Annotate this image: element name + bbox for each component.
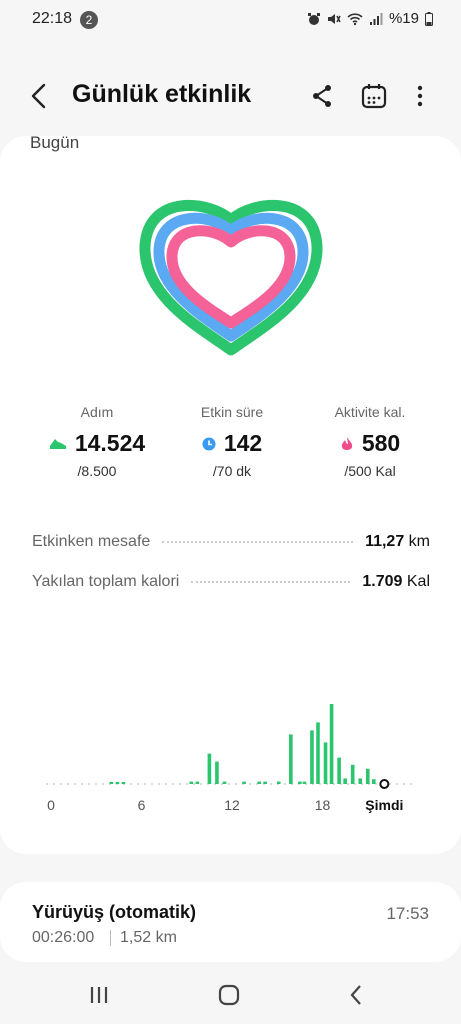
chart-tick-label: 6 (138, 797, 146, 813)
share-icon[interactable] (306, 80, 338, 112)
chart-bar (310, 730, 314, 784)
chart-bar (365, 768, 370, 784)
workout-title: Yürüyüş (otomatik) (32, 902, 197, 922)
chart-bar (263, 781, 267, 784)
chart-tick-label: 0 (47, 797, 55, 813)
metric-value: 580 (361, 430, 401, 456)
chart-bar (121, 782, 126, 784)
app-bar: Günlük etkinlik (0, 68, 461, 124)
stat-unit: km (408, 533, 430, 550)
status-time: 22:18 (32, 10, 73, 27)
now-marker (379, 779, 390, 789)
chart-bar (343, 778, 347, 784)
chart-bar (289, 734, 293, 784)
system-nav-bar (0, 962, 461, 1024)
stat-unit: Kal (406, 573, 430, 590)
metric-goal: /70 dk (212, 463, 252, 479)
chart-bar (109, 782, 114, 784)
hourly-activity-chart-svg: 0 6 12 18 Şimdi (46, 704, 416, 813)
metric-calories: Aktivite kal. 580 /500 Kal (300, 404, 440, 479)
dotted-leader (162, 541, 354, 543)
clock-icon (202, 437, 216, 450)
status-icons: %19 (307, 10, 433, 27)
chart-bar (215, 761, 219, 784)
chart-bar (115, 782, 120, 784)
chart-bar (372, 779, 376, 784)
alarm-icon (307, 12, 320, 25)
battery-icon (425, 11, 433, 26)
workout-distance: 1,52 km (120, 929, 177, 946)
wifi-icon (347, 12, 363, 25)
section-label-today: Bugün (30, 133, 80, 152)
more-options-icon[interactable] (404, 80, 436, 112)
metric-active-time: Etkin süre 142 /70 dk (162, 404, 302, 479)
page-title: Günlük etkinlik (72, 80, 252, 108)
status-bar: 22:18 2 %19 (0, 0, 461, 40)
chart-bar (242, 781, 246, 784)
chart-bar (323, 742, 328, 784)
stat-value: 1.709 (362, 573, 403, 590)
chart-bar (358, 778, 363, 784)
hourly-activity-chart[interactable]: 0 6 12 18 Şimdi (40, 700, 430, 820)
dotted-leader (191, 581, 351, 583)
chart-bar (195, 781, 200, 784)
chart-bar (329, 704, 334, 784)
calendar-icon[interactable] (358, 80, 390, 112)
workout-time: 17:53 (386, 904, 429, 923)
chart-bar (350, 764, 355, 784)
metric-value: 142 (223, 430, 263, 456)
metric-steps: Adım 14.524 /8.500 (27, 404, 167, 479)
chart-bar (257, 781, 261, 784)
workout-duration: 00:26:00 (32, 929, 95, 946)
activity-heart-rings[interactable] (138, 198, 324, 358)
battery-percent: %19 (388, 10, 419, 27)
chart-bar (207, 753, 212, 784)
stat-label: Yakılan toplam kalori (32, 573, 180, 590)
chart-tick-label: 18 (315, 797, 331, 813)
back-nav-icon[interactable] (342, 980, 372, 1010)
chart-bar (337, 757, 341, 784)
signal-icon (369, 12, 383, 25)
stat-value: 11,27 (365, 533, 405, 550)
chart-tick-label: Şimdi (365, 797, 403, 813)
chart-bar (276, 781, 281, 784)
stat-row-calories: Yakılan toplam kalori 1.709 Kal (32, 570, 430, 594)
flame-icon (341, 436, 352, 450)
chart-tick-label: 12 (224, 797, 240, 813)
divider (110, 930, 111, 946)
metric-label: Etkin süre (200, 404, 264, 420)
metric-goal: /500 Kal (344, 463, 396, 479)
shoe-icon (49, 438, 66, 449)
chart-bar (316, 722, 320, 784)
chart-bar (298, 781, 302, 784)
recent-apps-icon[interactable] (84, 980, 114, 1010)
metric-label: Adım (80, 404, 114, 420)
metric-value: 14.524 (74, 430, 146, 456)
metric-label: Aktivite kal. (334, 404, 406, 420)
notification-count-badge: 2 (80, 11, 98, 29)
chart-bar (302, 781, 307, 784)
stat-label: Etkinken mesafe (32, 533, 151, 550)
home-icon[interactable] (214, 980, 244, 1010)
chart-bar (222, 781, 227, 784)
mute-icon (327, 13, 341, 24)
metric-goal: /8.500 (77, 463, 117, 479)
back-arrow-icon[interactable] (24, 80, 56, 112)
chart-bar (189, 781, 194, 784)
stat-row-distance: Etkinken mesafe 11,27 km (32, 530, 430, 554)
